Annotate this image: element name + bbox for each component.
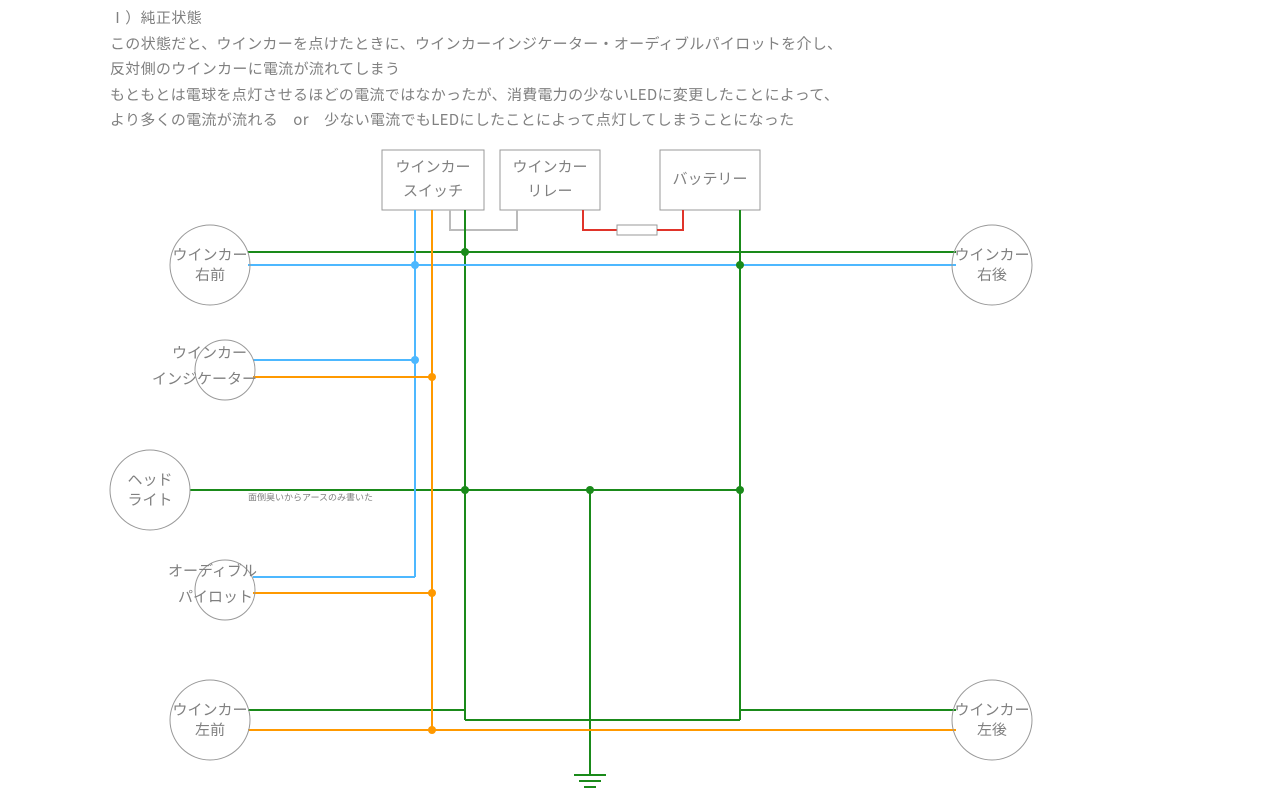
junction-orange-1 [428,373,436,381]
svg-text:ウインカー: ウインカー [172,244,247,265]
wire-fuse-battery [657,210,683,230]
winker-switch-label-1: ウインカー [395,156,470,177]
junction-green-4 [736,261,744,269]
junction-green-3 [736,486,744,494]
svg-text:ウインカー: ウインカー [954,699,1029,720]
headlight: ヘッド ライト [110,450,190,530]
winker-rf: ウインカー 右前 [170,225,250,305]
junction-green-2 [586,486,594,494]
svg-text:ヘッド: ヘッド [127,469,172,490]
battery-label: バッテリー [672,168,747,189]
junction-blue-2 [411,356,419,364]
svg-text:ウインカー: ウインカー [954,244,1029,265]
schematic-svg: ウインカー スイッチ ウインカー リレー バッテリー [0,0,1280,800]
svg-text:ウインカー: ウインカー [172,342,247,363]
junction-blue-1 [411,261,419,269]
svg-text:左後: 左後 [977,719,1007,740]
winker-relay-label-2: リレー [527,180,572,201]
wire-relay-fuse [583,210,617,230]
headlight-note: 面倒臭いからアースのみ書いた [248,490,373,503]
audible-pilot: オーディブル パイロット [168,560,257,620]
fuse-icon [617,225,657,235]
winker-rr: ウインカー 右後 [952,225,1032,305]
winker-switch-label-2: スイッチ [403,180,463,201]
svg-text:左前: 左前 [195,719,225,740]
junction-green-1 [461,486,469,494]
svg-text:ウインカー: ウインカー [172,699,247,720]
wire-switch-relay [450,210,517,230]
junction-orange-2 [428,589,436,597]
svg-text:右前: 右前 [195,264,225,285]
winker-lf: ウインカー 左前 [170,680,250,760]
svg-text:オーディブル: オーディブル [168,560,257,581]
svg-text:ライト: ライト [127,489,172,510]
winker-relay-label-1: ウインカー [512,156,587,177]
svg-text:インジケーター: インジケーター [152,368,257,389]
winker-indicator: ウインカー インジケーター [152,340,257,400]
svg-text:右後: 右後 [977,264,1007,285]
junction-green-0 [461,248,469,256]
junction-orange-3 [428,726,436,734]
winker-lr: ウインカー 左後 [952,680,1032,760]
svg-text:パイロット: パイロット [178,586,253,607]
